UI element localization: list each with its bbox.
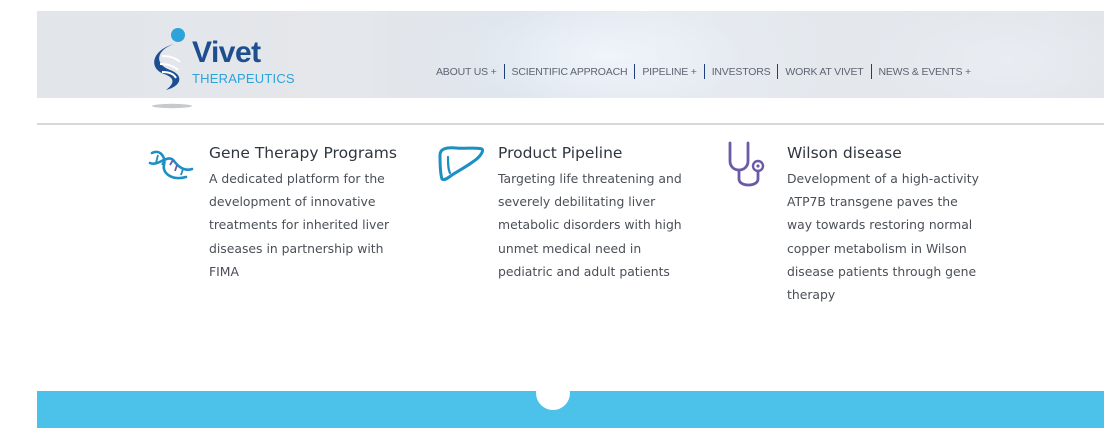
nav-separator <box>634 64 636 79</box>
logo-wordmark: Vivet <box>192 36 261 69</box>
nav-item-about-us[interactable]: ABOUT US + <box>436 66 497 78</box>
stethoscope-icon[interactable] <box>724 139 774 191</box>
feature-text: Wilson disease Development of a high-act… <box>787 143 982 306</box>
scroll-indicator[interactable] <box>536 376 570 410</box>
footer-band <box>37 391 1104 428</box>
logo[interactable]: Vivet THERAPEUTICS <box>148 26 308 116</box>
feature-text: Gene Therapy Programs A dedicated platfo… <box>209 143 404 283</box>
feature-title: Gene Therapy Programs <box>209 144 397 162</box>
nav-item-investors[interactable]: INVESTORS <box>712 66 771 78</box>
nav-item-work-at-vivet[interactable]: WORK AT VIVET <box>785 66 863 78</box>
feature-product-pipeline: Product Pipeline Targeting life threaten… <box>436 143 696 383</box>
logo-swirl-icon <box>152 28 192 109</box>
nav-item-pipeline[interactable]: PIPELINE + <box>642 66 697 78</box>
nav-separator <box>777 64 779 79</box>
feature-wilson-disease: Wilson disease Development of a high-act… <box>724 141 984 383</box>
nav-separator <box>503 64 505 79</box>
page: Vivet THERAPEUTICS ABOUT US + SCIENTIFIC… <box>0 0 1104 428</box>
dna-icon[interactable] <box>146 141 196 191</box>
logo-subtitle: THERAPEUTICS <box>192 71 295 86</box>
feature-title: Product Pipeline <box>498 144 623 162</box>
feature-title: Wilson disease <box>787 144 902 162</box>
main-nav: ABOUT US + SCIENTIFIC APPROACH PIPELINE … <box>436 64 971 79</box>
nav-separator <box>870 64 872 79</box>
nav-item-scientific-approach[interactable]: SCIENTIFIC APPROACH <box>512 66 628 78</box>
nav-item-news-events[interactable]: NEWS & EVENTS + <box>879 66 972 78</box>
feature-gene-therapy: Gene Therapy Programs A dedicated platfo… <box>146 143 406 383</box>
header-divider <box>37 123 1104 125</box>
nav-separator <box>703 64 705 79</box>
header-background-glow <box>397 11 817 98</box>
feature-text: Product Pipeline Targeting life threaten… <box>498 143 693 283</box>
feature-description: Development of a high-activity ATP7B tra… <box>787 171 979 303</box>
feature-description: Targeting life threatening and severely … <box>498 171 682 279</box>
header-background-glow-right <box>857 11 1104 98</box>
liver-icon[interactable] <box>436 143 486 187</box>
feature-description: A dedicated platform for the development… <box>209 171 390 279</box>
